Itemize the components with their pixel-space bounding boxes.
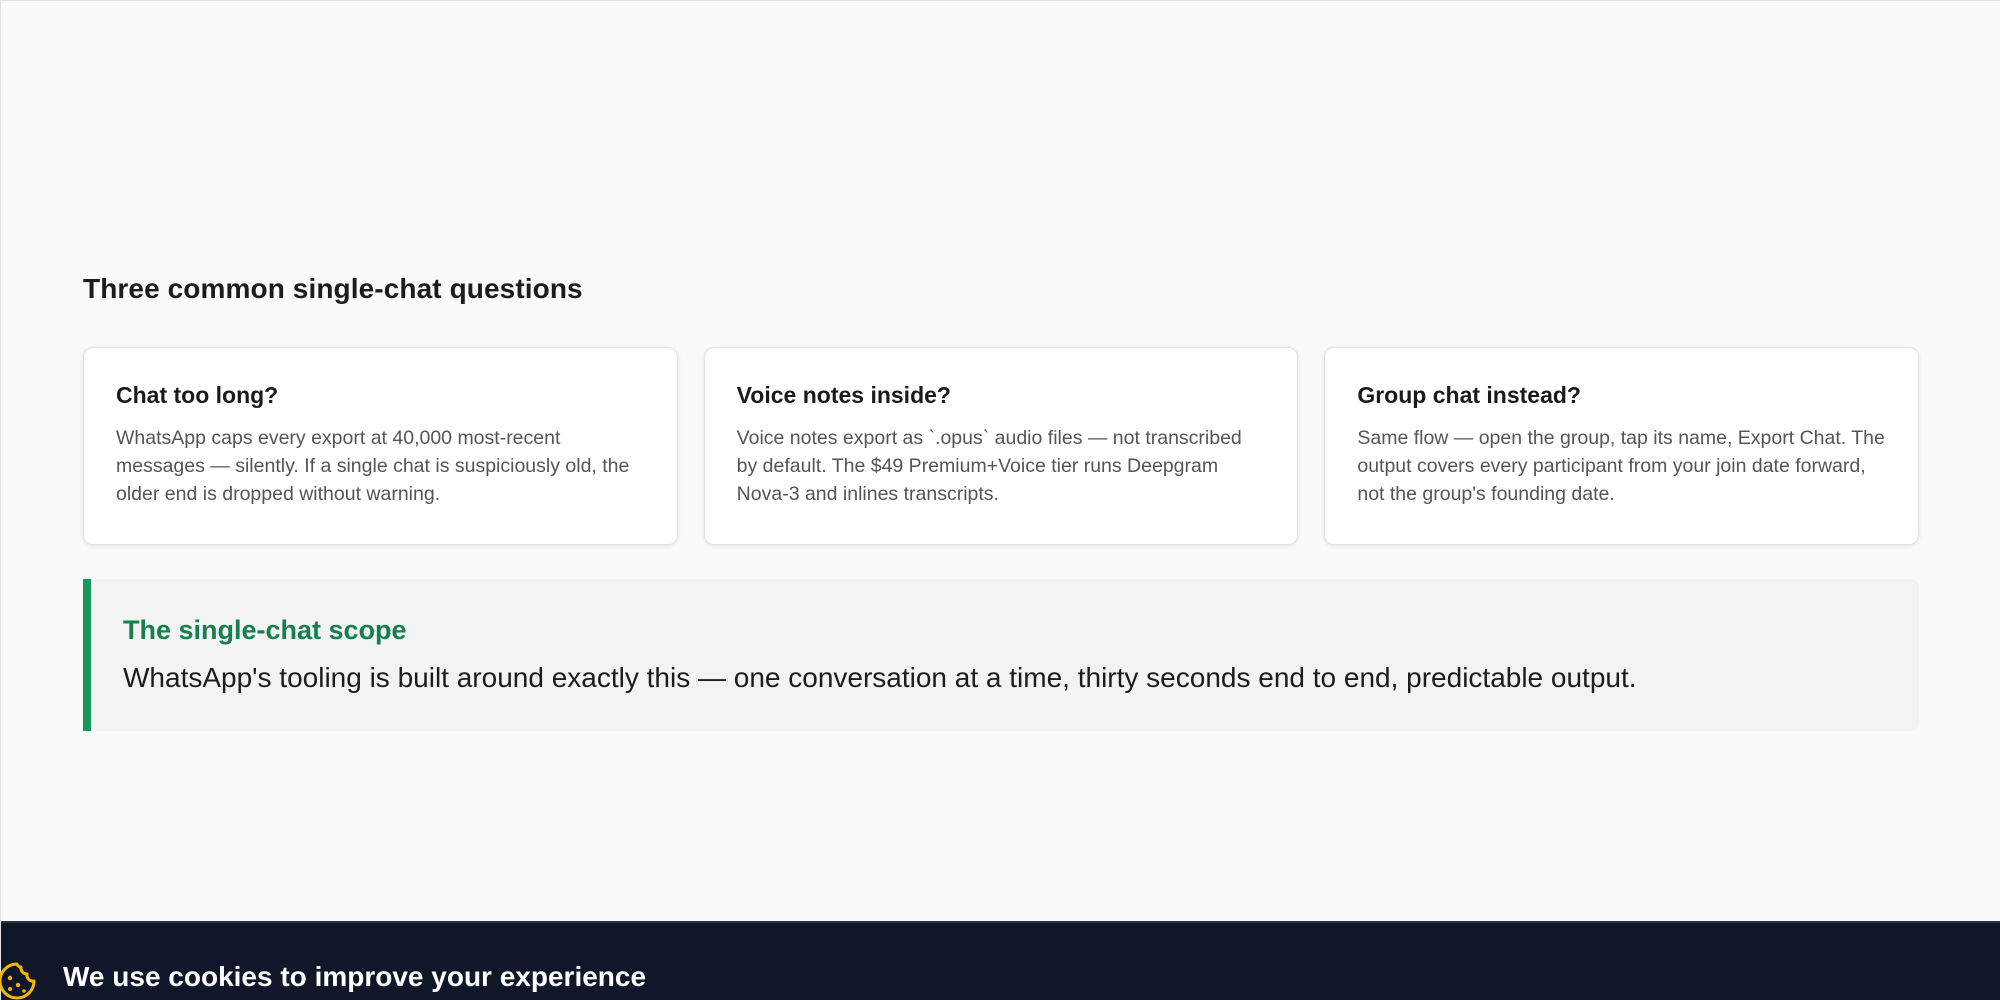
card-body: Same flow — open the group, tap its name… bbox=[1357, 427, 1885, 505]
faq-card-voice-notes: Voice notes inside? Voice notes export a… bbox=[703, 347, 1299, 545]
scope-callout: The single-chat scope WhatsApp's tooling… bbox=[83, 579, 1919, 731]
cookie-icon bbox=[0, 962, 36, 1000]
callout-title: The single-chat scope bbox=[123, 615, 407, 645]
faq-card-chat-too-long: Chat too long? WhatsApp caps every expor… bbox=[83, 347, 678, 545]
card-body: Voice notes export as `.opus` audio file… bbox=[736, 427, 1242, 505]
main-content: Three common single-chat questions Chat … bbox=[83, 271, 1920, 731]
faq-cards: Chat too long? WhatsApp caps every expor… bbox=[83, 347, 1920, 545]
cookie-banner: We use cookies to improve your experienc… bbox=[0, 921, 2000, 1000]
card-title: Voice notes inside? bbox=[736, 382, 951, 408]
card-title: Group chat instead? bbox=[1357, 382, 1581, 408]
cookie-banner-title: We use cookies to improve your experienc… bbox=[63, 961, 647, 992]
callout-text: WhatsApp's tooling is built around exact… bbox=[123, 662, 1637, 693]
faq-card-group-chat: Group chat instead? Same flow — open the… bbox=[1324, 347, 1920, 545]
section-title: Three common single-chat questions bbox=[83, 273, 583, 304]
card-title: Chat too long? bbox=[116, 382, 279, 408]
card-body: WhatsApp caps every export at 40,000 mos… bbox=[116, 427, 630, 505]
